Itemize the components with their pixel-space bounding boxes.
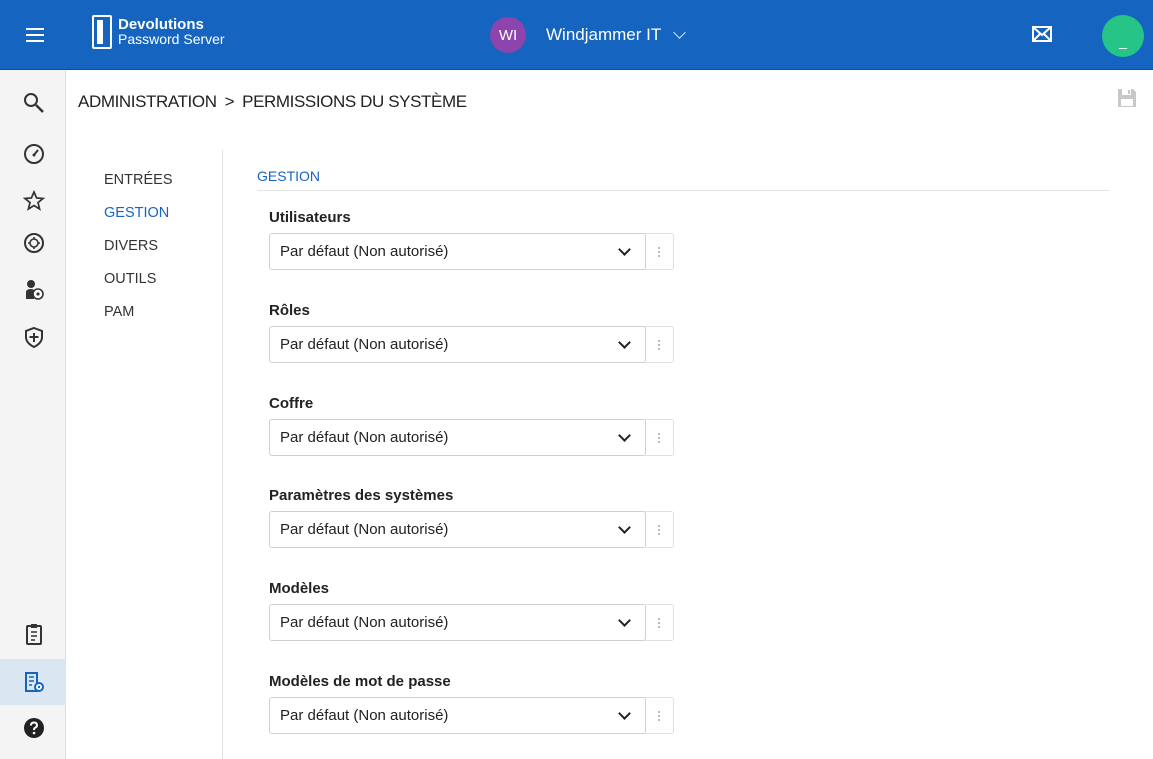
org-avatar: WI: [490, 17, 526, 53]
save-icon[interactable]: [1116, 87, 1138, 109]
org-name: Windjammer IT: [546, 25, 662, 44]
breadcrumb-current: PERMISSIONS DU SYSTÈME: [242, 92, 467, 111]
select-value: Par défaut (Non autorisé): [280, 336, 449, 353]
permissions-subnav: ENTRÉES GESTION DIVERS OUTILS PAM: [104, 172, 173, 337]
chevron-down-icon: [618, 429, 631, 442]
more-options-icon[interactable]: [645, 604, 674, 641]
permission-field: Utilisateurs Par défaut (Non autorisé): [269, 209, 689, 270]
breadcrumb-root[interactable]: ADMINISTRATION: [78, 92, 217, 111]
permission-select[interactable]: Par défaut (Non autorisé): [269, 326, 646, 363]
subnav-item-tools[interactable]: OUTILS: [104, 271, 173, 304]
administration-icon[interactable]: [23, 671, 45, 693]
select-value: Par défaut (Non autorisé): [280, 429, 449, 446]
help-icon[interactable]: [23, 717, 45, 739]
section-divider: [257, 190, 1110, 191]
permission-field: Rôles Par défaut (Non autorisé): [269, 302, 689, 363]
mail-icon[interactable]: [1032, 25, 1052, 43]
permission-field: Modèles de mot de passe Par défaut (Non …: [269, 673, 689, 734]
dashboard-icon[interactable]: [23, 143, 45, 165]
left-rail: [0, 70, 66, 759]
chevron-down-icon: [618, 243, 631, 256]
more-options-icon[interactable]: [645, 233, 674, 270]
logo-text-line2: Password Server: [118, 31, 225, 47]
user-avatar[interactable]: _: [1102, 15, 1144, 57]
field-label: Rôles: [269, 302, 310, 319]
permission-field: Coffre Par défaut (Non autorisé): [269, 395, 689, 456]
breadcrumb: ADMINISTRATION > PERMISSIONS DU SYSTÈME: [78, 92, 467, 112]
user-sessions-icon[interactable]: [23, 279, 45, 301]
field-label: Modèles de mot de passe: [269, 673, 451, 690]
field-label: Paramètres des systèmes: [269, 487, 454, 504]
more-options-icon[interactable]: [645, 511, 674, 548]
chevron-down-icon: [618, 707, 631, 720]
search-icon[interactable]: [23, 92, 45, 114]
more-options-icon[interactable]: [645, 419, 674, 456]
permission-field: Modèles Par défaut (Non autorisé): [269, 580, 689, 641]
clipboard-icon[interactable]: [23, 623, 45, 645]
permission-field: Paramètres des systèmes Par défaut (Non …: [269, 487, 689, 548]
top-bar: Devolutions Password Server WI Windjamme…: [0, 0, 1153, 70]
logo-text-line1: Devolutions: [118, 16, 204, 33]
vault-icon[interactable]: [23, 232, 45, 254]
app-logo[interactable]: Devolutions Password Server: [92, 12, 225, 52]
field-label: Coffre: [269, 395, 314, 412]
select-value: Par défaut (Non autorisé): [280, 243, 449, 260]
more-options-icon[interactable]: [645, 697, 674, 734]
shield-icon[interactable]: [23, 326, 45, 348]
select-value: Par défaut (Non autorisé): [280, 707, 449, 724]
subnav-item-pam[interactable]: PAM: [104, 304, 173, 337]
select-value: Par défaut (Non autorisé): [280, 521, 449, 538]
chevron-down-icon: [618, 614, 631, 627]
subnav-item-management[interactable]: GESTION: [104, 205, 173, 238]
favorites-icon[interactable]: [23, 190, 45, 212]
select-value: Par défaut (Non autorisé): [280, 614, 449, 631]
menu-icon[interactable]: [0, 0, 70, 70]
chevron-down-icon: [618, 336, 631, 349]
organization-switcher[interactable]: WI Windjammer IT: [490, 17, 687, 53]
subnav-item-misc[interactable]: DIVERS: [104, 238, 173, 271]
permission-select[interactable]: Par défaut (Non autorisé): [269, 697, 646, 734]
chevron-down-icon: [673, 25, 687, 39]
field-label: Modèles: [269, 580, 330, 597]
devolutions-logo-icon: [92, 15, 112, 49]
subnav-item-entries[interactable]: ENTRÉES: [104, 172, 173, 205]
subnav-divider: [222, 150, 223, 759]
breadcrumb-separator: >: [224, 92, 235, 111]
permission-select[interactable]: Par défaut (Non autorisé): [269, 419, 646, 456]
permission-select[interactable]: Par défaut (Non autorisé): [269, 233, 646, 270]
chevron-down-icon: [618, 521, 631, 534]
field-label: Utilisateurs: [269, 209, 351, 226]
permission-select[interactable]: Par défaut (Non autorisé): [269, 604, 646, 641]
more-options-icon[interactable]: [645, 326, 674, 363]
permission-select[interactable]: Par défaut (Non autorisé): [269, 511, 646, 548]
section-title: GESTION: [257, 168, 321, 184]
